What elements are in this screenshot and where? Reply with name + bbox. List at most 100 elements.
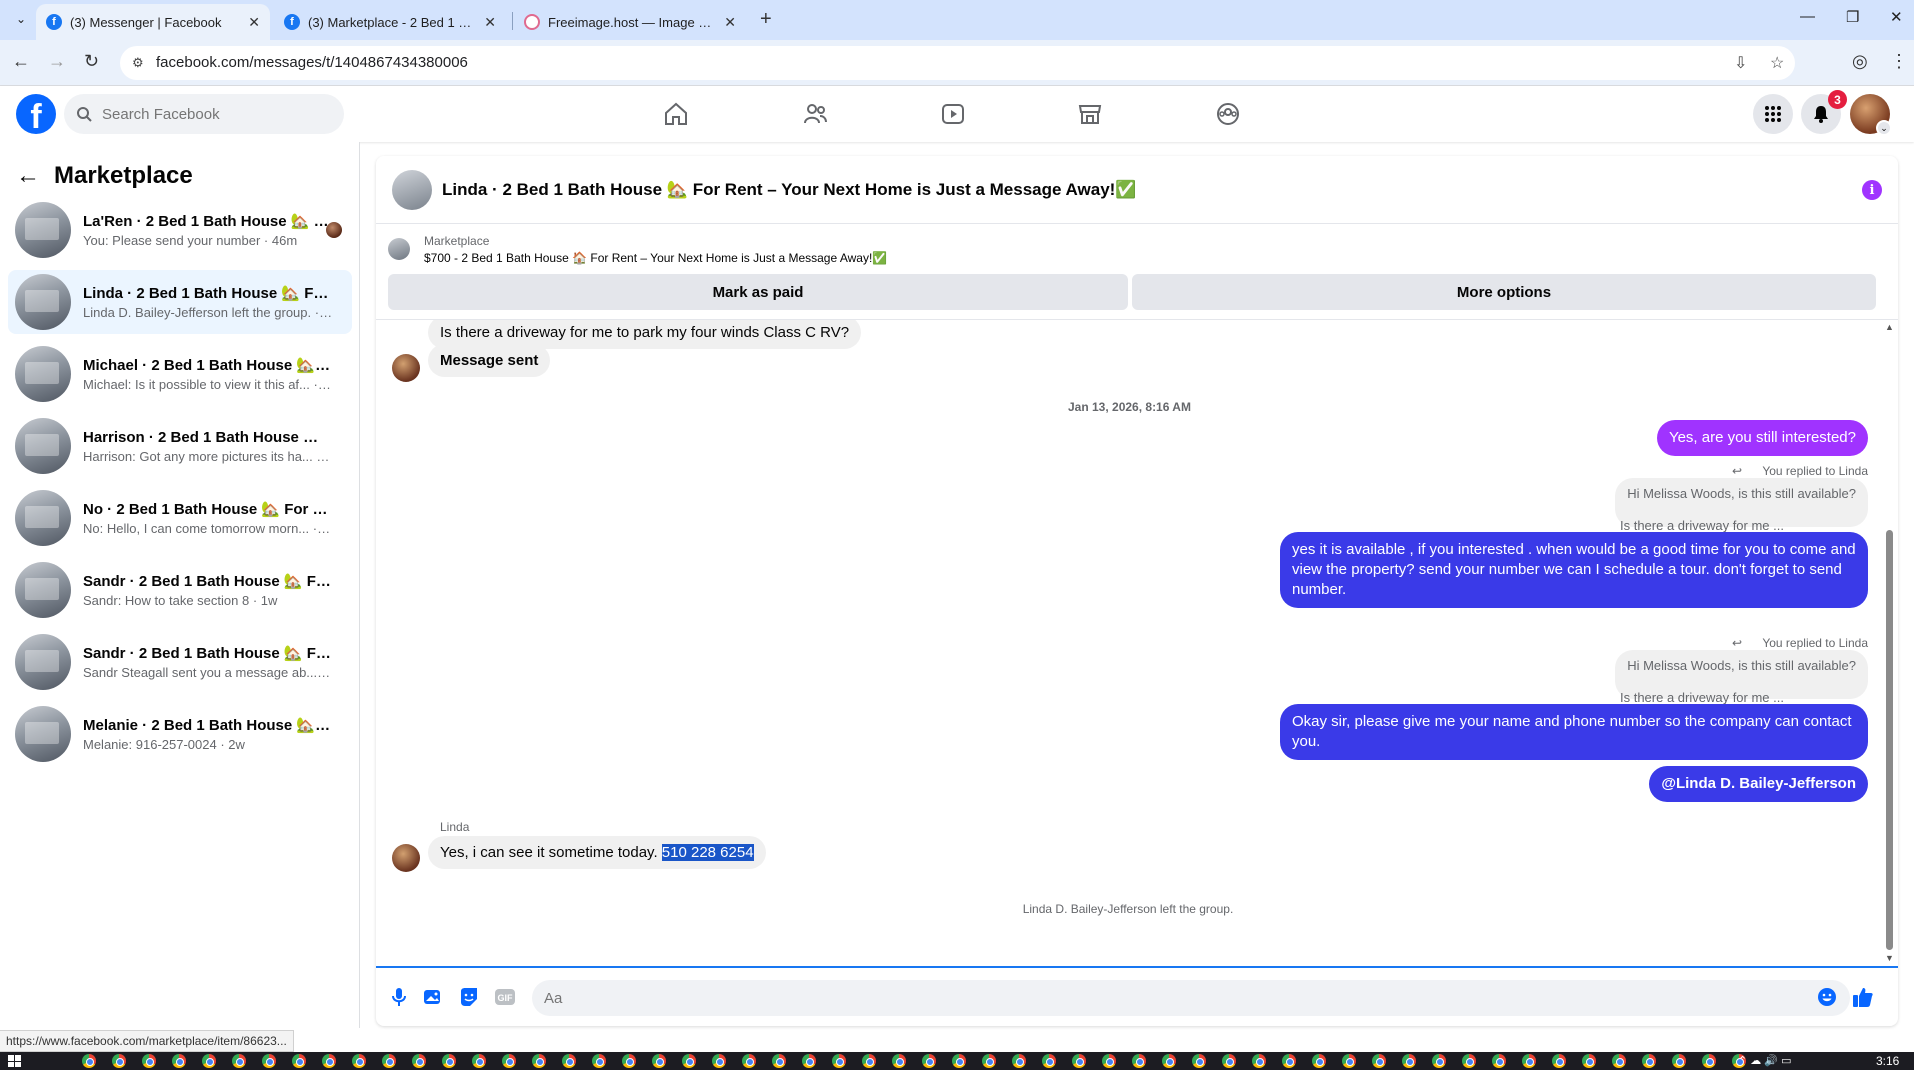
notifications-button[interactable]: 3 [1801,90,1847,134]
taskbar-chrome-icon[interactable] [1402,1054,1416,1068]
conversation-item-active[interactable]: Linda · 2 Bed 1 Bath House 🏡 For Rent Lin… [8,270,352,334]
conversation-item[interactable]: La'Ren · 2 Bed 1 Bath House 🏡 For Rent Yo… [8,198,352,262]
microphone-icon[interactable] [388,986,410,1008]
highlighted-phone-number[interactable]: 510 228 6254 [661,844,754,861]
message-input[interactable] [532,980,1850,1016]
taskbar-chrome-icon[interactable] [142,1054,156,1068]
taskbar-chrome-icon[interactable] [1252,1054,1266,1068]
bookmark-star-icon[interactable]: ☆ [1770,53,1784,73]
taskbar-chrome-icon[interactable] [1282,1054,1296,1068]
taskbar-chrome-icon[interactable] [1372,1054,1386,1068]
taskbar-chrome-icon[interactable] [352,1054,366,1068]
scroll-thumb[interactable] [1886,530,1893,950]
taskbar-chrome-icon[interactable] [1222,1054,1236,1068]
conversation-item[interactable]: Melanie · 2 Bed 1 Bath House 🏡 For Rent M… [8,702,352,766]
video-icon[interactable] [935,96,971,132]
taskbar-chrome-icon[interactable] [1672,1054,1686,1068]
taskbar-chrome-icon[interactable] [892,1054,906,1068]
listing-description[interactable]: $700 - 2 Bed 1 Bath House 🏠 For Rent – Y… [424,251,887,265]
taskbar-chrome-icon[interactable] [1492,1054,1506,1068]
thumbs-up-icon[interactable] [1852,986,1874,1008]
taskbar-chrome-icon[interactable] [712,1054,726,1068]
taskbar-chrome-icon[interactable] [112,1054,126,1068]
close-tab-icon[interactable]: ✕ [484,14,496,31]
taskbar-chrome-icon[interactable] [1072,1054,1086,1068]
taskbar-chrome-icon[interactable] [202,1054,216,1068]
taskbar-chrome-icon[interactable] [952,1054,966,1068]
new-tab-icon[interactable]: + [760,8,772,31]
chat-title[interactable]: Linda · 2 Bed 1 Bath House 🏡 For Rent – … [442,180,1137,200]
taskbar-chrome-icon[interactable] [292,1054,306,1068]
taskbar-chrome-icon[interactable] [1042,1054,1056,1068]
chat-listing-thumbnail[interactable] [392,169,432,210]
taskbar-clock[interactable]: 3:16 AM [1876,1054,1914,1082]
taskbar-chrome-icon[interactable] [742,1054,756,1068]
taskbar-chrome-icon[interactable] [592,1054,606,1068]
taskbar-chrome-icon[interactable] [1642,1054,1656,1068]
taskbar-chrome-icon[interactable] [1192,1054,1206,1068]
taskbar-chrome-icon[interactable] [382,1054,396,1068]
listing-mini-thumbnail[interactable] [388,238,410,260]
taskbar-chrome-icon[interactable] [832,1054,846,1068]
taskbar-chrome-icon[interactable] [1012,1054,1026,1068]
taskbar-chrome-icon[interactable] [1432,1054,1446,1068]
conversation-item[interactable]: Sandr · 2 Bed 1 Bath House 🏡 For Rent San… [8,630,352,694]
restore-icon[interactable]: ❐ [1846,8,1859,26]
facebook-logo-icon[interactable]: f [16,94,56,134]
taskbar-chrome-icon[interactable] [1462,1054,1476,1068]
taskbar-chrome-icon[interactable] [1342,1054,1356,1068]
minimize-icon[interactable]: — [1800,8,1815,25]
taskbar-chrome-icon[interactable] [862,1054,876,1068]
profile-icon[interactable]: ◎ [1852,51,1868,72]
taskbar-chrome-icon[interactable] [802,1054,816,1068]
taskbar-chrome-icon[interactable] [1552,1054,1566,1068]
browser-tab-freeimage[interactable]: Freeimage.host — Image Hosting ✕ [514,4,746,40]
taskbar-chrome-icon[interactable] [322,1054,336,1068]
taskbar-chrome-icon[interactable] [982,1054,996,1068]
conversation-item[interactable]: No · 2 Bed 1 Bath House 🏡 For Rent No: He… [8,486,352,550]
taskbar-chrome-icon[interactable] [82,1054,96,1068]
scroll-down-arrow-icon[interactable]: ▼ [1885,953,1894,963]
scroll-up-arrow-icon[interactable]: ▲ [1885,322,1894,332]
friends-icon[interactable] [797,96,833,132]
taskbar-chrome-icon[interactable] [1522,1054,1536,1068]
taskbar-chrome-icon[interactable] [652,1054,666,1068]
message-scrollbar[interactable]: ▲ ▼ [1880,320,1898,965]
sender-avatar[interactable] [392,354,420,382]
taskbar-chrome-icon[interactable] [262,1054,276,1068]
info-icon[interactable]: i [1862,180,1882,200]
site-info-icon[interactable]: ⚙ [132,55,144,71]
taskbar-chrome-icon[interactable] [1702,1054,1716,1068]
menu-grid-button[interactable] [1753,94,1793,134]
system-tray-icons[interactable]: ⌃ ☁ 🔊 ▭ [1738,1054,1791,1067]
more-options-button[interactable]: More options [1132,274,1876,310]
sticker-icon[interactable] [458,986,480,1008]
taskbar-chrome-icon[interactable] [622,1054,636,1068]
emoji-icon[interactable] [1816,986,1838,1008]
taskbar-chrome-icon[interactable] [562,1054,576,1068]
outgoing-mention[interactable]: @Linda D. Bailey-Jefferson [1649,766,1868,802]
reload-icon[interactable]: ↻ [84,51,99,72]
taskbar-chrome-icon[interactable] [502,1054,516,1068]
url-text[interactable]: facebook.com/messages/t/1404867434380006 [156,54,468,71]
marketplace-icon[interactable] [1072,96,1108,132]
facebook-search-box[interactable] [64,94,344,134]
gif-icon[interactable]: GIF [494,986,516,1008]
taskbar-chrome-icon[interactable] [1312,1054,1326,1068]
install-app-icon[interactable]: ⇩ [1734,53,1747,73]
taskbar-chrome-icon[interactable] [442,1054,456,1068]
taskbar-chrome-icon[interactable] [1102,1054,1116,1068]
taskbar-chrome-icon[interactable] [1132,1054,1146,1068]
close-tab-icon[interactable]: ✕ [724,14,736,31]
back-arrow-icon[interactable]: ← [12,51,30,72]
taskbar-chrome-icon[interactable] [472,1054,486,1068]
taskbar-chrome-icon[interactable] [232,1054,246,1068]
tab-search-chevron-icon[interactable]: ⌄ [10,8,32,30]
taskbar-chrome-icon[interactable] [1612,1054,1626,1068]
taskbar-chrome-icon[interactable] [532,1054,546,1068]
account-avatar[interactable]: ⌄ [1850,94,1892,136]
more-menu-icon[interactable]: ⋮ [1890,51,1908,72]
back-arrow-icon[interactable]: ← [16,162,40,190]
taskbar-chrome-icon[interactable] [412,1054,426,1068]
taskbar-chrome-icon[interactable] [772,1054,786,1068]
